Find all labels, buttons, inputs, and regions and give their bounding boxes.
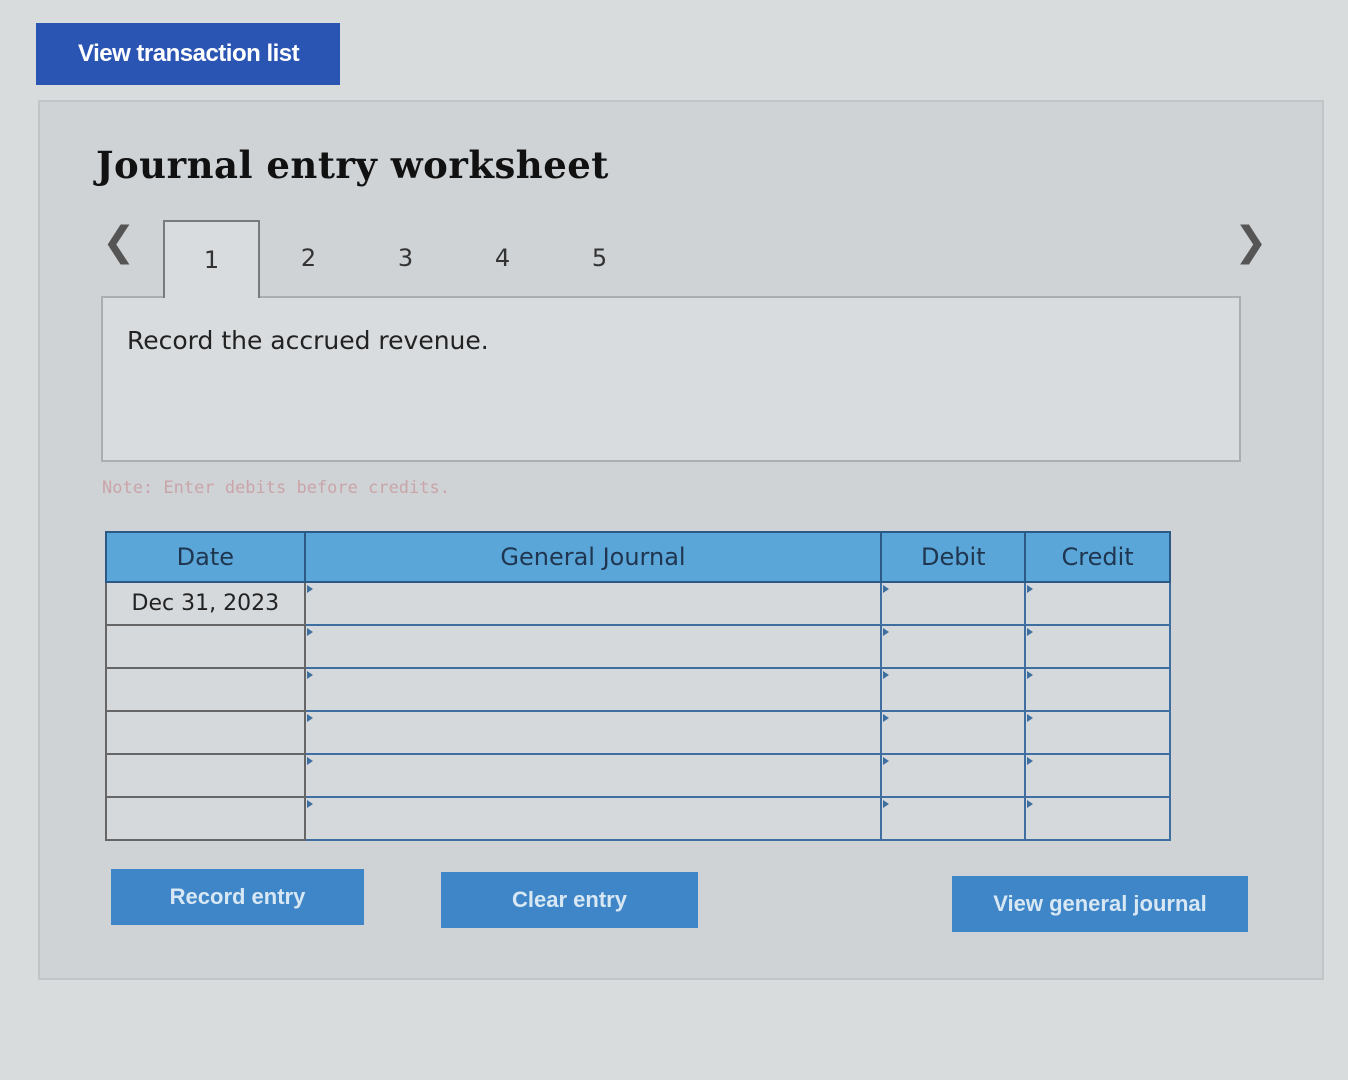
credit-input[interactable] [1024, 796, 1171, 841]
table-row [105, 796, 1171, 841]
debit-input[interactable] [880, 581, 1027, 626]
note-text: Note: Enter debits before credits. [102, 478, 450, 498]
credit-input[interactable] [1024, 667, 1171, 712]
date-cell [105, 710, 306, 755]
credit-input[interactable] [1024, 624, 1171, 669]
worksheet-tabs: 1 2 3 4 5 [163, 220, 648, 298]
account-dropdown[interactable] [303, 624, 883, 669]
tab-1[interactable]: 1 [163, 220, 260, 298]
table-row [105, 753, 1171, 798]
debit-input[interactable] [880, 624, 1027, 669]
tab-4[interactable]: 4 [454, 220, 551, 296]
column-header-credit: Credit [1024, 531, 1171, 583]
table-header-row: Date General Journal Debit Credit [105, 531, 1171, 583]
tab-3[interactable]: 3 [357, 220, 454, 296]
credit-input[interactable] [1024, 581, 1171, 626]
prompt-box: Record the accrued revenue. [101, 296, 1241, 462]
date-cell [105, 667, 306, 712]
table-row: Dec 31, 2023 [105, 581, 1171, 626]
column-header-date: Date [105, 531, 306, 583]
tab-5[interactable]: 5 [551, 220, 648, 296]
journal-table: Date General Journal Debit Credit Dec 31… [105, 531, 1171, 841]
prompt-text: Record the accrued revenue. [127, 326, 489, 355]
view-general-journal-button[interactable]: View general journal [952, 876, 1248, 932]
date-cell [105, 753, 306, 798]
account-dropdown[interactable] [303, 796, 883, 841]
column-header-debit: Debit [880, 531, 1027, 583]
table-row [105, 710, 1171, 755]
debit-input[interactable] [880, 667, 1027, 712]
date-cell [105, 624, 306, 669]
record-entry-button[interactable]: Record entry [111, 869, 364, 925]
column-header-general-journal: General Journal [303, 531, 883, 583]
account-dropdown[interactable] [303, 667, 883, 712]
page-title: Journal entry worksheet [96, 143, 609, 187]
debit-input[interactable] [880, 753, 1027, 798]
account-dropdown[interactable] [303, 581, 883, 626]
table-row [105, 624, 1171, 669]
chevron-right-icon[interactable]: ❯ [1234, 222, 1268, 262]
chevron-left-icon[interactable]: ❮ [102, 222, 136, 262]
view-transaction-list-button[interactable]: View transaction list [36, 23, 340, 85]
clear-entry-button[interactable]: Clear entry [441, 872, 698, 928]
credit-input[interactable] [1024, 753, 1171, 798]
table-row [105, 667, 1171, 712]
credit-input[interactable] [1024, 710, 1171, 755]
date-cell [105, 796, 306, 841]
debit-input[interactable] [880, 710, 1027, 755]
tab-2[interactable]: 2 [260, 220, 357, 296]
account-dropdown[interactable] [303, 753, 883, 798]
date-cell: Dec 31, 2023 [105, 581, 306, 626]
account-dropdown[interactable] [303, 710, 883, 755]
debit-input[interactable] [880, 796, 1027, 841]
